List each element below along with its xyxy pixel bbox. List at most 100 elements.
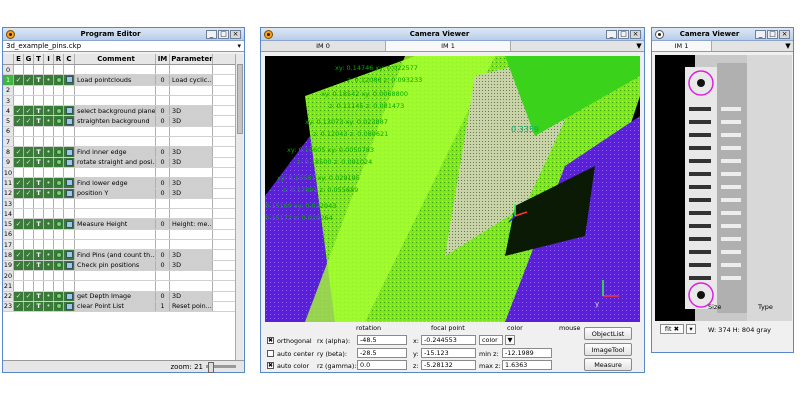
row-im[interactable]: 0: [156, 188, 170, 198]
minimize-button[interactable]: _: [206, 29, 217, 39]
row-comment[interactable]: [75, 270, 156, 281]
row-comment[interactable]: [75, 281, 156, 291]
auto-center-checkbox[interactable]: [267, 350, 274, 357]
check-flag[interactable]: ✓: [24, 301, 34, 312]
tab-im1[interactable]: IM 1: [386, 41, 511, 51]
tool-flag[interactable]: [34, 137, 44, 147]
scrollbar-thumb[interactable]: [237, 64, 243, 134]
check-flag[interactable]: [24, 240, 34, 250]
row-im[interactable]: [156, 209, 170, 219]
row-im[interactable]: 0: [156, 260, 170, 270]
check-flag[interactable]: ✓: [24, 147, 34, 157]
enable-flag[interactable]: [14, 270, 24, 281]
enable-flag[interactable]: ✓: [14, 291, 24, 301]
run-flag[interactable]: [54, 301, 64, 312]
run-flag[interactable]: [54, 240, 64, 250]
image-flag[interactable]: [44, 167, 54, 178]
row-parameter[interactable]: 3D: [170, 116, 213, 126]
row-im[interactable]: 0: [156, 291, 170, 301]
enable-flag[interactable]: ✓: [14, 157, 24, 167]
close-button[interactable]: ×: [230, 29, 241, 39]
rx-input[interactable]: -48.5: [357, 335, 407, 345]
enable-flag[interactable]: [14, 240, 24, 250]
run-flag[interactable]: [54, 137, 64, 147]
tool-flag[interactable]: [34, 240, 44, 250]
row-parameter[interactable]: [170, 65, 213, 75]
enable-flag[interactable]: ✓: [14, 260, 24, 270]
max-z-input[interactable]: 1.6363: [502, 360, 552, 370]
check-flag[interactable]: ✓: [24, 75, 34, 85]
program-editor-titlebar[interactable]: Program Editor _ □ ×: [3, 28, 244, 41]
tool-flag[interactable]: T: [34, 106, 44, 116]
run-flag[interactable]: [54, 75, 64, 85]
run-flag[interactable]: [54, 219, 64, 229]
row-parameter[interactable]: Load cyclic...: [170, 75, 213, 85]
image-flag[interactable]: •: [44, 75, 54, 85]
tool-flag[interactable]: T: [34, 219, 44, 229]
image-flag[interactable]: •: [44, 157, 54, 167]
check-flag[interactable]: [24, 85, 34, 95]
row-comment[interactable]: Load pointclouds: [75, 75, 156, 85]
row-parameter[interactable]: 3D: [170, 157, 213, 167]
image-flag[interactable]: [44, 240, 54, 250]
check-flag[interactable]: [24, 137, 34, 147]
enable-flag[interactable]: ✓: [14, 116, 24, 126]
table-row[interactable]: 20: [3, 270, 236, 282]
enable-flag[interactable]: [14, 198, 24, 209]
row-im[interactable]: 0: [156, 116, 170, 126]
enable-flag[interactable]: [14, 167, 24, 178]
run-flag[interactable]: [54, 106, 64, 116]
fit-button[interactable]: fit ✖: [660, 324, 684, 334]
run-flag[interactable]: [54, 291, 64, 301]
row-im[interactable]: 0: [156, 147, 170, 157]
maximize-button[interactable]: □: [618, 29, 629, 39]
image-flag[interactable]: •: [44, 291, 54, 301]
row-im[interactable]: [156, 240, 170, 250]
orthogonal-checkbox[interactable]: ✖: [267, 337, 274, 344]
check-flag[interactable]: ✓: [24, 219, 34, 229]
image-flag[interactable]: [44, 95, 54, 106]
depth-image-viewport[interactable]: [655, 55, 792, 321]
tool-flag[interactable]: T: [34, 250, 44, 260]
header-r[interactable]: R: [54, 54, 64, 64]
run-flag[interactable]: [54, 167, 64, 178]
rz-input[interactable]: 0.0: [357, 360, 407, 370]
row-im[interactable]: [156, 167, 170, 178]
row-parameter[interactable]: 3D: [170, 250, 213, 260]
maximize-button[interactable]: □: [218, 29, 229, 39]
row-comment[interactable]: Find Pins (and count th...: [75, 250, 156, 260]
row-parameter[interactable]: Reset poin...: [170, 301, 213, 312]
run-flag[interactable]: [54, 270, 64, 281]
row-im[interactable]: 0: [156, 250, 170, 260]
check-flag[interactable]: [24, 198, 34, 209]
row-comment[interactable]: [75, 167, 156, 178]
run-flag[interactable]: [54, 126, 64, 137]
row-im[interactable]: 0: [156, 178, 170, 188]
row-parameter[interactable]: [170, 85, 213, 95]
run-flag[interactable]: [54, 198, 64, 209]
vertical-scrollbar[interactable]: [235, 54, 243, 361]
enable-flag[interactable]: [14, 65, 24, 75]
image-flag[interactable]: •: [44, 106, 54, 116]
chevron-down-icon[interactable]: ▾: [237, 42, 241, 50]
row-comment[interactable]: [75, 209, 156, 219]
auto-color-checkbox[interactable]: ✖: [267, 362, 274, 369]
enable-flag[interactable]: [14, 95, 24, 106]
run-flag[interactable]: [54, 209, 64, 219]
row-comment[interactable]: [75, 137, 156, 147]
image-flag[interactable]: •: [44, 260, 54, 270]
close-button[interactable]: ×: [779, 29, 790, 39]
row-parameter[interactable]: 3D: [170, 147, 213, 157]
row-parameter[interactable]: [170, 270, 213, 281]
tab-list-icon[interactable]: ▼: [634, 41, 644, 51]
row-parameter[interactable]: 3D: [170, 260, 213, 270]
tool-flag[interactable]: [34, 85, 44, 95]
row-comment[interactable]: get Depth Image: [75, 291, 156, 301]
header-i[interactable]: I: [44, 54, 54, 64]
tool-flag[interactable]: T: [34, 301, 44, 312]
color-dropdown-icon[interactable]: ▼: [505, 335, 515, 345]
row-comment[interactable]: position Y: [75, 188, 156, 198]
header-g[interactable]: G: [24, 54, 34, 64]
table-row[interactable]: 8 ✓ ✓ T • Find inner edge 0 3D: [3, 147, 236, 158]
enable-flag[interactable]: [14, 137, 24, 147]
